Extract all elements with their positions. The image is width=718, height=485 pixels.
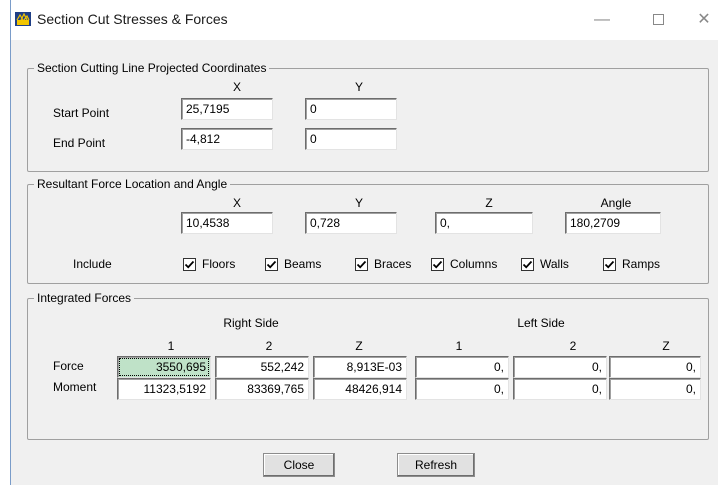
resultant-angle-field[interactable]: 180,2709 xyxy=(565,212,661,234)
minimize-button[interactable]: — xyxy=(585,8,619,32)
left-force-z-field[interactable]: 0, xyxy=(609,356,701,378)
resultant-col-angle: Angle xyxy=(600,196,632,210)
include-braces-checkbox[interactable]: Braces xyxy=(355,257,411,271)
integrated-forces-legend: Integrated Forces xyxy=(34,291,135,305)
left-col-1: 1 xyxy=(455,339,463,353)
include-walls-label: Walls xyxy=(540,257,569,271)
right-moment-1-field[interactable]: 11323,5192 xyxy=(117,378,211,400)
left-moment-1-field[interactable]: 0, xyxy=(415,378,509,400)
close-window-button[interactable]: ✕ xyxy=(687,8,718,32)
checkmark-icon xyxy=(183,257,196,271)
resultant-z-field[interactable]: 0, xyxy=(435,212,533,234)
left-moment-z-field[interactable]: 0, xyxy=(609,378,701,400)
left-force-1-field[interactable]: 0, xyxy=(415,356,509,378)
app-icon xyxy=(15,12,31,26)
checkmark-icon xyxy=(603,257,616,271)
resultant-col-z: Z xyxy=(485,196,493,210)
window-title: Section Cut Stresses & Forces xyxy=(37,11,228,27)
right-moment-2-field[interactable]: 83369,765 xyxy=(215,378,309,400)
section-line-col-x: X xyxy=(232,80,241,94)
include-ramps-checkbox[interactable]: Ramps xyxy=(603,257,660,271)
include-braces-label: Braces xyxy=(374,257,412,271)
end-y-field[interactable]: 0 xyxy=(305,128,397,150)
right-col-2: 2 xyxy=(265,339,273,353)
section-cut-dialog: Section Cut Stresses & Forces — ✕ Sectio… xyxy=(10,0,718,485)
title-bar: Section Cut Stresses & Forces — ✕ xyxy=(11,0,718,40)
resultant-x-field[interactable]: 10,4538 xyxy=(181,212,273,234)
left-force-2-field[interactable]: 0, xyxy=(513,356,607,378)
resultant-y-field[interactable]: 0,728 xyxy=(305,212,397,234)
maximize-button[interactable] xyxy=(641,8,675,32)
checkmark-icon xyxy=(431,257,444,271)
include-columns-checkbox[interactable]: Columns xyxy=(431,257,497,271)
right-col-z: Z xyxy=(355,339,363,353)
right-force-1-field[interactable]: 3550,695 xyxy=(117,356,211,378)
include-walls-checkbox[interactable]: Walls xyxy=(521,257,569,271)
resultant-legend: Resultant Force Location and Angle xyxy=(34,177,231,191)
left-col-z: Z xyxy=(662,339,670,353)
end-x-field[interactable]: -4,812 xyxy=(181,128,273,150)
checkmark-icon xyxy=(265,257,278,271)
include-beams-checkbox[interactable]: Beams xyxy=(265,257,321,271)
left-moment-2-field[interactable]: 0, xyxy=(513,378,607,400)
start-y-field[interactable]: 0 xyxy=(305,98,397,120)
include-beams-label: Beams xyxy=(284,257,322,271)
moment-row-label: Moment xyxy=(53,380,97,394)
include-floors-checkbox[interactable]: Floors xyxy=(183,257,235,271)
section-line-legend: Section Cutting Line Projected Coordinat… xyxy=(34,61,270,75)
left-col-2: 2 xyxy=(569,339,577,353)
resultant-col-y: Y xyxy=(354,196,363,210)
left-side-header: Left Side xyxy=(517,316,565,330)
start-point-label: Start Point xyxy=(53,106,110,120)
right-force-2-field[interactable]: 552,242 xyxy=(215,356,309,378)
include-ramps-label: Ramps xyxy=(622,257,661,271)
right-force-z-field[interactable]: 8,913E-03 xyxy=(313,356,407,378)
checkmark-icon xyxy=(355,257,368,271)
right-side-header: Right Side xyxy=(223,316,279,330)
maximize-icon xyxy=(652,14,664,25)
right-col-1: 1 xyxy=(167,339,175,353)
close-button[interactable]: Close xyxy=(263,453,335,477)
section-line-col-y: Y xyxy=(354,80,363,94)
resultant-col-x: X xyxy=(232,196,241,210)
include-floors-label: Floors xyxy=(202,257,236,271)
start-x-field[interactable]: 25,7195 xyxy=(181,98,273,120)
right-moment-z-field[interactable]: 48426,914 xyxy=(313,378,407,400)
refresh-button[interactable]: Refresh xyxy=(397,453,475,477)
checkmark-icon xyxy=(521,257,534,271)
end-point-label: End Point xyxy=(53,136,106,150)
include-columns-label: Columns xyxy=(450,257,498,271)
force-row-label: Force xyxy=(53,359,84,373)
include-label: Include xyxy=(73,257,112,271)
